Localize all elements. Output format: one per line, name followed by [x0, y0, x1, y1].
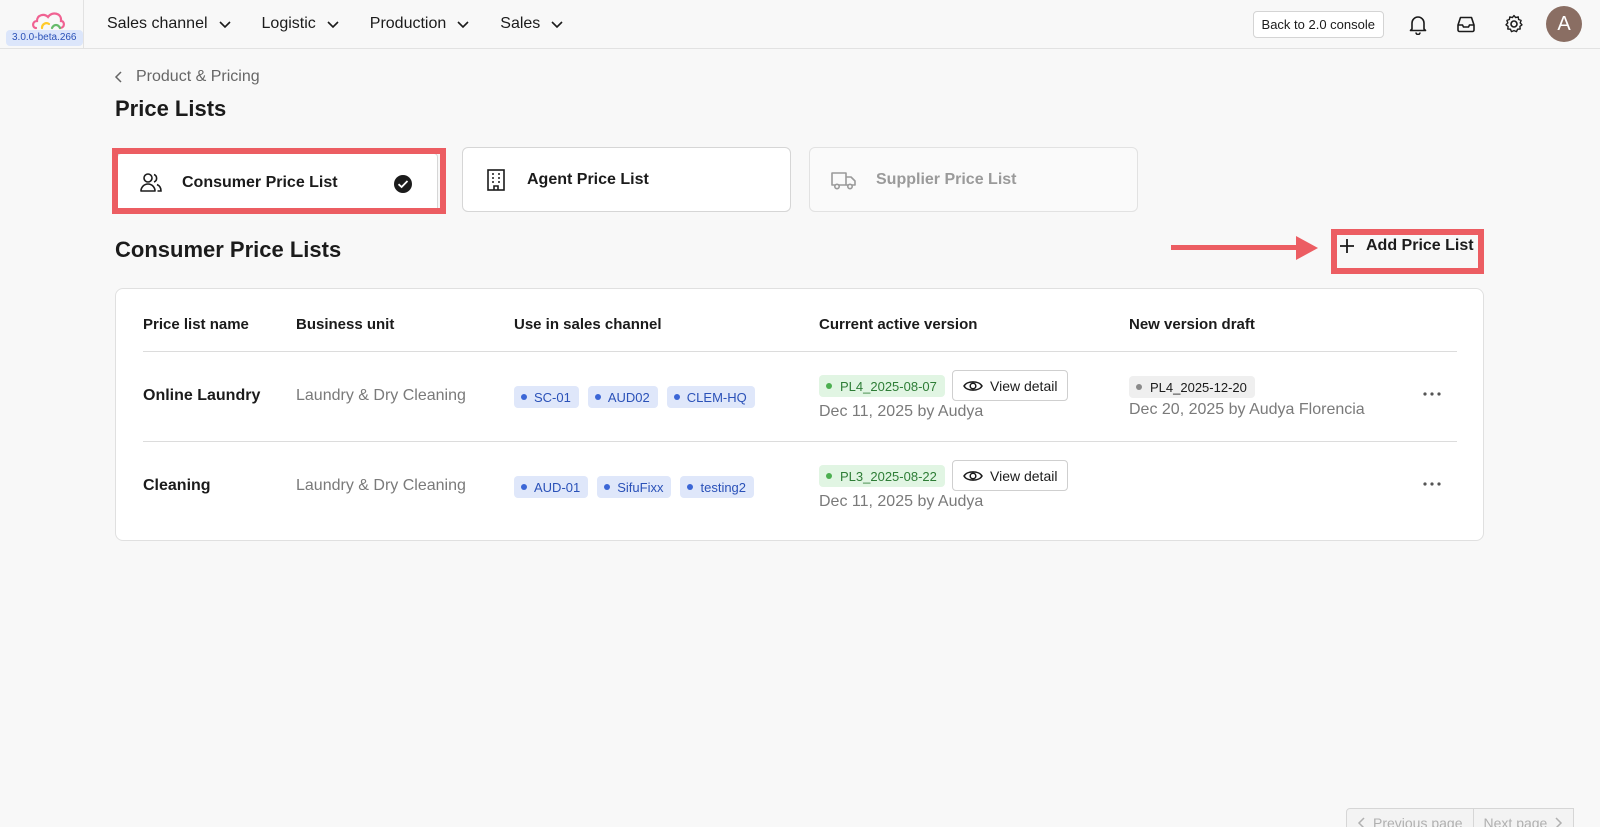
next-page-label: Next page	[1483, 815, 1548, 827]
users-icon	[138, 170, 164, 196]
nav-label: Production	[369, 15, 447, 32]
consumer-price-list-card[interactable]: Consumer Price List	[117, 153, 438, 212]
active-version-badge: PL3_2025-08-22	[819, 465, 945, 487]
inbox-icon	[1457, 16, 1475, 33]
chevron-left-icon	[1357, 817, 1365, 827]
previous-page-button[interactable]: Previous page	[1346, 808, 1474, 827]
channel-chip: SifuFixx	[597, 476, 672, 498]
active-version-meta: Dec 11, 2025 by Audya	[819, 493, 984, 510]
breadcrumb[interactable]: Product & Pricing	[114, 68, 260, 86]
column-header: Price list name	[143, 316, 249, 333]
channel-chip: CLEM-HQ	[666, 386, 755, 408]
previous-page-label: Previous page	[1373, 815, 1463, 827]
chevron-down-icon	[551, 21, 563, 29]
nav-label: Sales	[500, 15, 541, 32]
sales-channel-chips: AUD-01 SifuFixx testing2	[514, 476, 763, 498]
settings-button[interactable]	[1500, 10, 1528, 38]
eye-icon	[963, 379, 983, 393]
annotation-arrow	[1171, 245, 1301, 250]
column-header: Use in sales channel	[514, 316, 662, 333]
view-detail-button[interactable]: View detail	[952, 370, 1069, 401]
logo[interactable]: 3.0.0-beta.266	[0, 0, 84, 48]
nav-label: Logistic	[261, 15, 316, 32]
draft-version-meta: Dec 20, 2025 by Audya Florencia	[1129, 401, 1365, 418]
check-circle-icon	[394, 175, 412, 193]
eye-icon	[963, 469, 983, 483]
truck-icon	[830, 168, 858, 192]
column-header: Business unit	[296, 316, 395, 333]
pagination: Previous page Next page	[1346, 808, 1575, 827]
channel-chip: AUD02	[587, 386, 658, 408]
topbar-actions: Back to 2.0 console A	[1252, 0, 1600, 48]
sales-channel-chips: SC-01 AUD02 CLEM-HQ	[514, 386, 764, 408]
inbox-button[interactable]	[1452, 10, 1480, 38]
chevron-left-icon	[114, 71, 122, 83]
chevron-down-icon	[457, 21, 469, 29]
main-nav: Sales channel Logistic Production Sales	[107, 0, 594, 48]
nav-sales[interactable]: Sales	[500, 15, 564, 33]
nav-logistic[interactable]: Logistic	[262, 15, 340, 33]
view-detail-label: View detail	[990, 467, 1058, 484]
view-detail-label: View detail	[990, 377, 1058, 394]
annotation-arrow-head	[1296, 236, 1318, 260]
active-version-badge: PL4_2025-08-07	[819, 375, 945, 397]
divider	[143, 351, 1457, 352]
gear-icon	[1505, 14, 1523, 33]
channel-chip: AUD-01	[514, 476, 589, 498]
draft-version-badge: PL4_2025-12-20	[1129, 376, 1255, 398]
supplier-price-list-card[interactable]: Supplier Price List	[809, 147, 1138, 212]
user-avatar[interactable]: A	[1546, 6, 1582, 42]
next-page-button[interactable]: Next page	[1473, 808, 1575, 827]
cloud-logo-icon	[32, 12, 65, 30]
card-label: Consumer Price List	[182, 173, 338, 191]
nav-label: Sales channel	[107, 15, 208, 32]
column-header: Current active version	[819, 316, 978, 333]
business-unit: Laundry & Dry Cleaning	[296, 387, 466, 404]
breadcrumb-parent[interactable]: Product & Pricing	[136, 68, 260, 86]
business-unit: Laundry & Dry Cleaning	[296, 477, 466, 494]
top-navigation-bar: 3.0.0-beta.266 Sales channel Logistic Pr…	[0, 0, 1600, 49]
back-to-console-button[interactable]: Back to 2.0 console	[1252, 10, 1384, 38]
chevron-down-icon	[218, 21, 231, 29]
plus-icon	[1338, 237, 1356, 255]
chevron-right-icon	[1555, 817, 1563, 827]
nav-sales-channel[interactable]: Sales channel	[107, 15, 232, 33]
section-title: Consumer Price Lists	[115, 237, 342, 262]
nav-production[interactable]: Production	[370, 15, 471, 33]
add-price-list-label: Add Price List	[1366, 237, 1474, 254]
channel-chip: testing2	[680, 476, 755, 498]
more-options-icon[interactable]	[1423, 482, 1441, 486]
divider	[143, 441, 1457, 442]
price-list-table: Price list name Business unit Use in sal…	[115, 288, 1484, 541]
view-detail-button[interactable]: View detail	[952, 460, 1069, 491]
version-badge: 3.0.0-beta.266	[6, 30, 83, 46]
page-title: Price Lists	[115, 96, 227, 121]
active-version-meta: Dec 11, 2025 by Audya	[819, 403, 984, 420]
price-list-name[interactable]: Cleaning	[143, 477, 211, 495]
more-options-icon[interactable]	[1423, 392, 1441, 396]
bell-icon	[1409, 16, 1427, 35]
card-label: Supplier Price List	[876, 170, 1017, 188]
channel-chip: SC-01	[514, 386, 579, 408]
building-icon	[483, 167, 509, 193]
card-label: Agent Price List	[527, 170, 649, 188]
add-price-list-button[interactable]: Add Price List	[1338, 237, 1474, 255]
agent-price-list-card[interactable]: Agent Price List	[462, 147, 791, 212]
notifications-button[interactable]	[1404, 10, 1432, 38]
column-header: New version draft	[1129, 316, 1255, 333]
chevron-down-icon	[327, 21, 339, 29]
price-list-name[interactable]: Online Laundry	[143, 387, 260, 405]
